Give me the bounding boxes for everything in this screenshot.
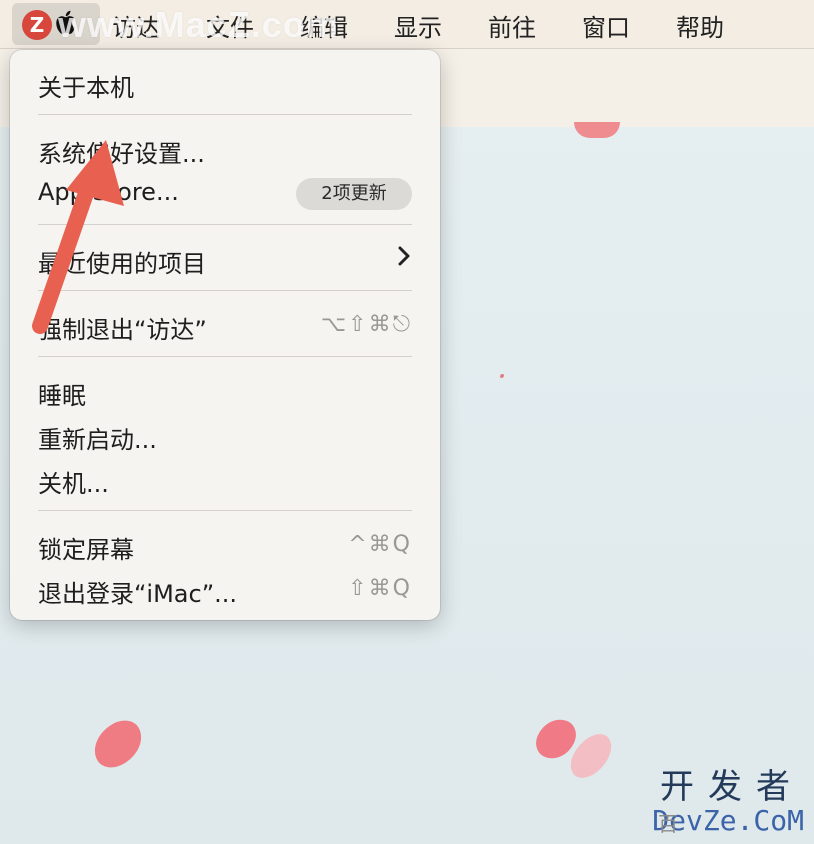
lock-screen-shortcut: ^⌘Q (348, 532, 412, 557)
menu-item-force-quit[interactable]: 强制退出“访达” (38, 310, 207, 345)
menu-item-shutdown[interactable]: 关机... (38, 464, 109, 499)
menu-item-recent-items[interactable]: 最近使用的项目 (38, 244, 206, 279)
update-badge: 2项更新 (296, 178, 412, 210)
chevron-right-icon (398, 246, 410, 266)
menu-view[interactable]: 显示 (394, 8, 442, 43)
apple-dropdown-menu: 关于本机 系统偏好设置... App Store... 2项更新 最近使用的项目… (10, 50, 440, 620)
menu-separator (38, 510, 412, 511)
menu-item-about[interactable]: 关于本机 (38, 68, 134, 103)
force-quit-shortcut: ⌥⇧⌘⎋ (320, 312, 412, 337)
watermark-corner: 百 (658, 812, 678, 836)
menu-bar: Z 访达 文件 编辑 显示 前往 窗口 帮助 www.MacZ.com (0, 0, 814, 49)
menu-separator (38, 114, 412, 115)
logout-shortcut: ⇧⌘Q (348, 576, 412, 601)
z-logo-icon: Z (22, 10, 52, 40)
menu-item-logout[interactable]: 退出登录“iMac”... (38, 574, 237, 609)
menu-item-lock-screen[interactable]: 锁定屏幕 (38, 530, 134, 565)
menu-item-restart[interactable]: 重新启动... (38, 420, 157, 455)
watermark-top: www.MacZ.com (58, 4, 339, 45)
menu-separator (38, 290, 412, 291)
menu-separator (38, 224, 412, 225)
petal-decoration (85, 713, 151, 775)
watermark-cn: 开发者 (660, 767, 804, 807)
menu-window[interactable]: 窗口 (582, 8, 630, 43)
petal-decoration (500, 374, 504, 378)
menu-separator (38, 356, 412, 357)
menu-item-sleep[interactable]: 睡眠 (38, 376, 86, 411)
menu-item-app-store[interactable]: App Store... (38, 178, 179, 206)
menu-item-system-preferences[interactable]: 系统偏好设置... (38, 134, 205, 169)
petal-decoration (574, 122, 620, 138)
menu-help[interactable]: 帮助 (676, 8, 724, 43)
menu-go[interactable]: 前往 (488, 8, 536, 43)
